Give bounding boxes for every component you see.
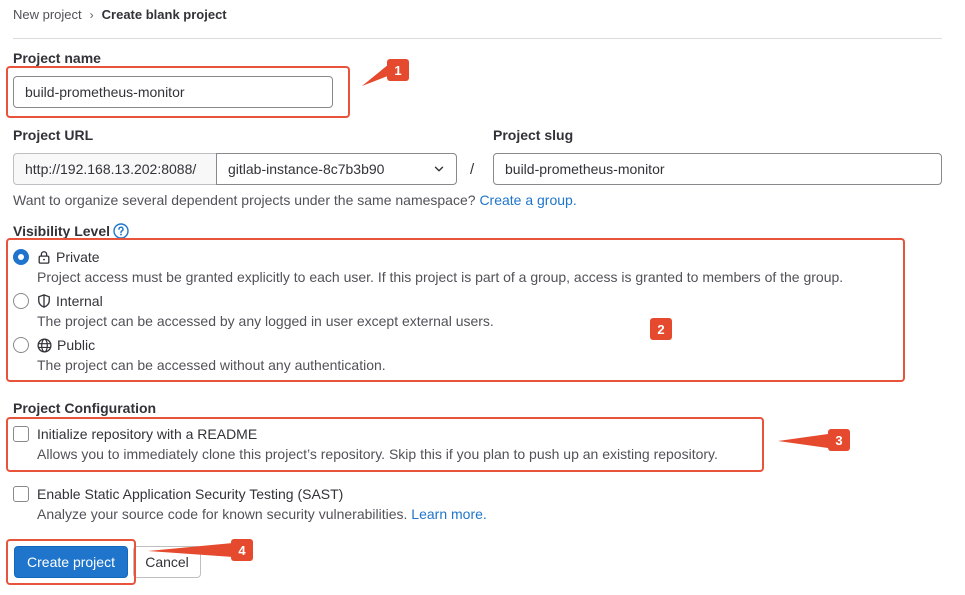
annotation-box-4 [6, 539, 136, 585]
sast-desc: Analyze your source code for known secur… [37, 506, 487, 522]
annotation-badge-2: 2 [650, 318, 672, 340]
learn-more-link[interactable]: Learn more. [411, 506, 486, 522]
breadcrumb: New project › Create blank project [13, 7, 227, 22]
annotation-arrow-3 [778, 434, 828, 448]
namespace-select[interactable]: gitlab-instance-8c7b3b90 [216, 153, 457, 185]
breadcrumb-new-project-link[interactable]: New project [13, 7, 82, 22]
cancel-button[interactable]: Cancel [133, 546, 201, 578]
sast-checkbox[interactable] [13, 486, 29, 502]
annotation-badge-1: 1 [387, 59, 409, 81]
annotation-box-3 [6, 417, 764, 472]
sast-title: Enable Static Application Security Testi… [37, 486, 344, 502]
project-name-label: Project name [13, 50, 101, 66]
namespace-help: Want to organize several dependent proje… [13, 192, 577, 208]
divider [13, 38, 942, 39]
annotation-box-2 [6, 238, 905, 382]
namespace-value: gitlab-instance-8c7b3b90 [228, 161, 385, 177]
project-url-group: http://192.168.13.202:8088/ gitlab-insta… [13, 153, 457, 185]
visibility-level-label: Visibility Level [13, 223, 129, 239]
chevron-down-icon [434, 166, 444, 172]
annotation-badge-3: 3 [828, 429, 850, 451]
url-prefix: http://192.168.13.202:8088/ [13, 153, 216, 185]
project-slug-input[interactable] [493, 153, 942, 185]
breadcrumb-current: Create blank project [101, 7, 227, 22]
project-slug-label: Project slug [493, 127, 574, 143]
project-url-label: Project URL [13, 127, 94, 143]
namespace-help-text: Want to organize several dependent proje… [13, 192, 476, 208]
question-circle-icon[interactable] [113, 223, 129, 239]
chevron-right-icon: › [89, 7, 94, 22]
create-group-link[interactable]: Create a group. [479, 192, 576, 208]
annotation-badge-4: 4 [231, 539, 253, 561]
sast-desc-text: Analyze your source code for known secur… [37, 506, 408, 522]
url-slug-separator: / [470, 161, 475, 178]
project-configuration-label: Project Configuration [13, 400, 157, 416]
visibility-level-text: Visibility Level [13, 223, 111, 239]
annotation-box-1 [6, 66, 350, 118]
